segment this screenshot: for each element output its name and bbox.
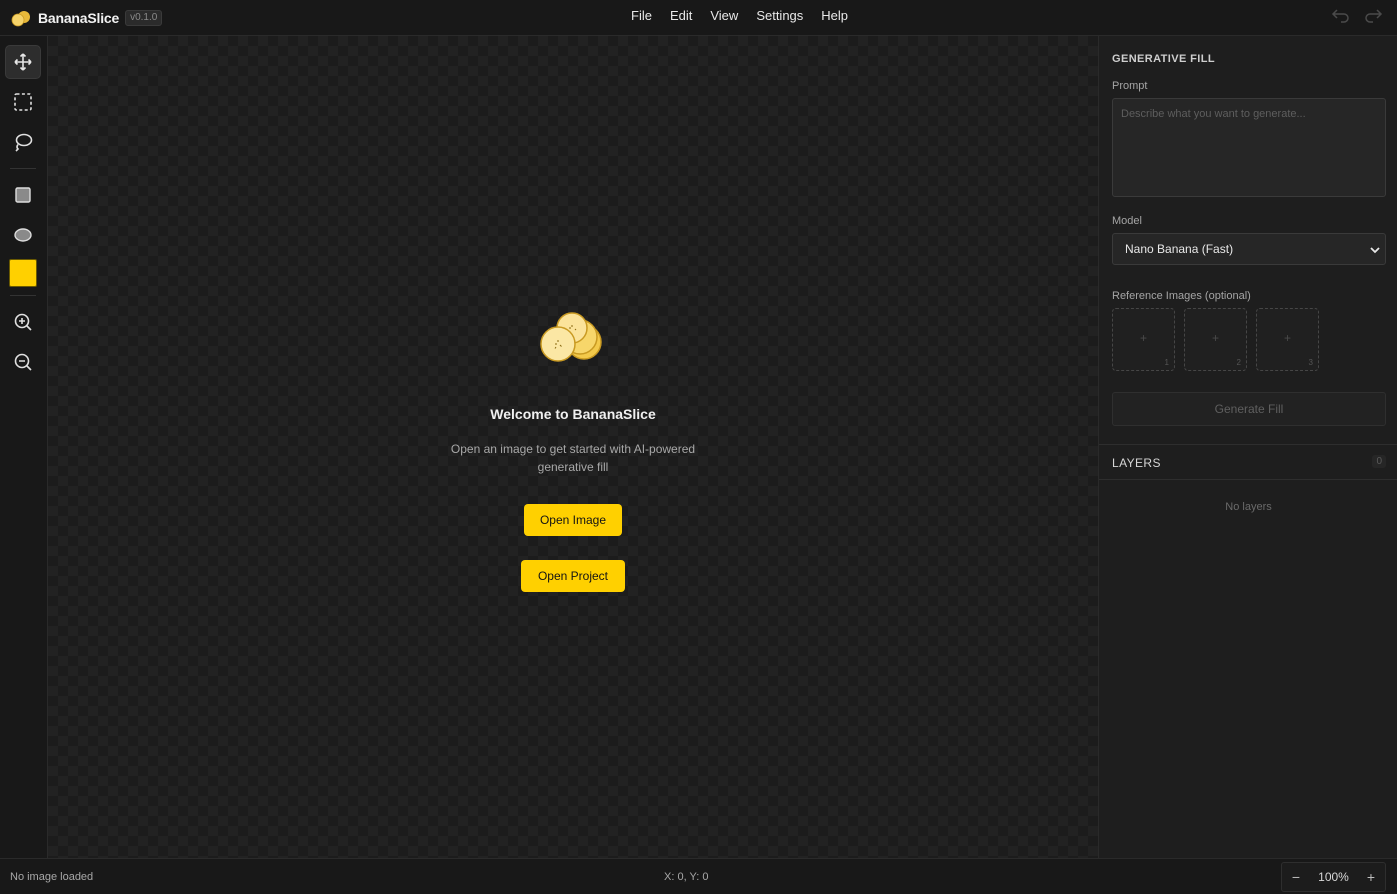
- reference-images-label: Reference Images (optional): [1112, 290, 1251, 302]
- zoom-level: 100%: [1318, 870, 1349, 884]
- layers-title: LAYERS: [1112, 456, 1161, 470]
- banana-logo-icon: [11, 11, 30, 27]
- menu-edit[interactable]: Edit: [661, 8, 701, 23]
- reference-slot-1[interactable]: + 1: [1112, 308, 1175, 371]
- ellipse-tool-button[interactable]: [5, 218, 41, 252]
- banana-slices-icon: [540, 312, 602, 362]
- move-icon: [14, 53, 32, 71]
- open-image-button[interactable]: Open Image: [524, 504, 622, 536]
- zoom-out-tool-button[interactable]: [5, 345, 41, 379]
- plus-icon: +: [1283, 331, 1291, 345]
- ellipse-shape-icon: [14, 228, 32, 242]
- plus-icon: +: [1211, 331, 1219, 345]
- zoom-out-button[interactable]: −: [1282, 869, 1310, 885]
- history-controls: [1331, 6, 1383, 24]
- tool-bar: [0, 36, 48, 858]
- lasso-tool-button[interactable]: [5, 125, 41, 159]
- reference-slot-2[interactable]: + 2: [1184, 308, 1247, 371]
- zoom-in-button[interactable]: +: [1357, 869, 1385, 885]
- generate-fill-button[interactable]: Generate Fill: [1112, 392, 1386, 426]
- rectangle-tool-button[interactable]: [5, 178, 41, 212]
- panel-divider: [1099, 479, 1397, 480]
- rect-select-icon: [14, 93, 32, 111]
- brand: BananaSlice v0.1.0: [10, 6, 163, 30]
- welcome-title: Welcome to BananaSlice: [490, 406, 656, 422]
- menu-settings[interactable]: Settings: [747, 8, 812, 23]
- redo-icon[interactable]: [1363, 6, 1383, 24]
- app-name: BananaSlice: [38, 10, 120, 26]
- zoom-control: − 100% +: [1281, 862, 1386, 892]
- model-select-value: Nano Banana (Fast): [1125, 242, 1234, 256]
- rect-select-tool-button[interactable]: [5, 85, 41, 119]
- layers-empty-text: No layers: [1225, 501, 1272, 513]
- top-bar: BananaSlice v0.1.0 File Edit View Settin…: [0, 0, 1397, 36]
- generative-fill-title: GENERATIVE FILL: [1112, 53, 1215, 65]
- status-bar: No image loaded X: 0, Y: 0 − 100% +: [0, 858, 1397, 894]
- menu-view[interactable]: View: [701, 8, 747, 23]
- toolbar-divider: [10, 168, 36, 169]
- reference-slot-3[interactable]: + 3: [1256, 308, 1319, 371]
- prompt-label: Prompt: [1112, 80, 1148, 92]
- model-select[interactable]: Nano Banana (Fast): [1112, 233, 1386, 265]
- rectangle-shape-icon: [15, 187, 31, 203]
- panel-divider: [1099, 444, 1397, 445]
- zoom-out-icon: [14, 353, 32, 371]
- zoom-in-icon: [14, 313, 32, 331]
- slot-number: 1: [1164, 358, 1169, 367]
- lasso-icon: [15, 133, 33, 152]
- canvas-area[interactable]: Welcome to BananaSlice Open an image to …: [48, 36, 1098, 858]
- status-text: No image loaded: [10, 871, 94, 883]
- chevron-down-icon: [1370, 247, 1380, 254]
- version-badge: v0.1.0: [125, 10, 163, 26]
- undo-icon[interactable]: [1331, 6, 1351, 24]
- right-panel: GENERATIVE FILL Prompt Describe what you…: [1098, 36, 1397, 858]
- zoom-in-tool-button[interactable]: [5, 305, 41, 339]
- menu-help[interactable]: Help: [812, 8, 857, 23]
- color-swatch[interactable]: [9, 259, 37, 287]
- menu-bar: File Edit View Settings Help: [622, 0, 857, 30]
- prompt-input[interactable]: Describe what you want to generate...: [1112, 98, 1386, 197]
- open-project-button[interactable]: Open Project: [521, 560, 625, 592]
- slot-number: 3: [1308, 358, 1313, 367]
- menu-file[interactable]: File: [622, 8, 661, 23]
- cursor-coordinates: X: 0, Y: 0: [664, 871, 709, 883]
- move-tool-button[interactable]: [5, 45, 41, 79]
- app-window: BananaSlice v0.1.0 File Edit View Settin…: [0, 0, 1397, 894]
- model-label: Model: [1112, 215, 1142, 227]
- layers-count-badge: 0: [1372, 455, 1386, 468]
- welcome-description: Open an image to get started with AI-pow…: [450, 442, 696, 474]
- plus-icon: +: [1139, 331, 1147, 345]
- toolbar-divider: [10, 295, 36, 296]
- slot-number: 2: [1236, 358, 1241, 367]
